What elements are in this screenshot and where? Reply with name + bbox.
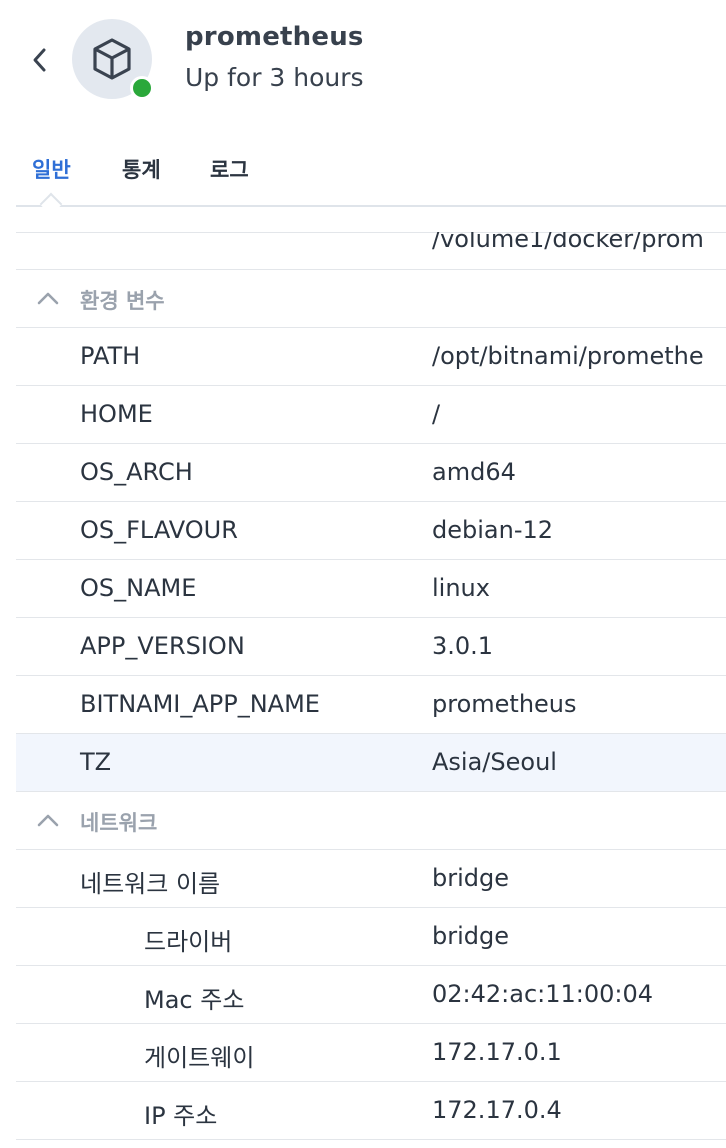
env-value: linux (432, 574, 490, 602)
network-section-header[interactable]: 네트워크 (16, 792, 726, 850)
env-key: OS_FLAVOUR (80, 516, 238, 544)
network-row: Mac 주소 02:42:ac:11:00:04 (16, 966, 726, 1024)
tab-logs[interactable]: 로그 (210, 154, 249, 184)
env-row: OS_NAME linux (16, 560, 726, 618)
network-key: 게이트웨이 (144, 1044, 255, 1072)
network-key: IP 주소 (144, 1102, 218, 1130)
network-section-title: 네트워크 (80, 811, 158, 835)
container-name: prometheus (185, 22, 364, 52)
tab-divider (16, 205, 726, 207)
env-row: PATH /opt/bitnami/promethe (16, 328, 726, 386)
chevron-up-icon (37, 814, 59, 827)
network-value: 172.17.0.1 (432, 1038, 562, 1066)
network-value: bridge (432, 864, 510, 892)
network-key: Mac 주소 (144, 986, 245, 1014)
tab-general[interactable]: 일반 (32, 154, 71, 184)
env-row: OS_ARCH amd64 (16, 444, 726, 502)
env-section-header[interactable]: 환경 변수 (16, 270, 726, 328)
env-section-title: 환경 변수 (80, 289, 165, 313)
chevron-left-icon (33, 48, 46, 72)
network-value: 172.17.0.4 (432, 1096, 562, 1124)
env-key: BITNAMI_APP_NAME (80, 690, 320, 718)
env-row-hovered[interactable]: TZ Asia/Seoul (16, 734, 726, 792)
network-row: 네트워크 이름 bridge (16, 850, 726, 908)
env-value: 3.0.1 (432, 632, 494, 660)
network-row: 게이트웨이 172.17.0.1 (16, 1024, 726, 1082)
volume-path-value: /volume1/docker/prom (432, 232, 704, 253)
env-key: OS_ARCH (80, 458, 193, 486)
env-row: BITNAMI_APP_NAME prometheus (16, 676, 726, 734)
env-key: TZ (80, 748, 112, 776)
network-row: 드라이버 bridge (16, 908, 726, 966)
network-value: 02:42:ac:11:00:04 (432, 980, 654, 1008)
cube-icon (93, 38, 131, 80)
env-value: /opt/bitnami/promethe (432, 342, 704, 370)
details-panel: /volume1/docker/prom 환경 변수 PATH /opt/bit… (16, 232, 726, 1140)
env-row: HOME / (16, 386, 726, 444)
env-key: APP_VERSION (80, 632, 245, 660)
volume-row: /volume1/docker/prom (16, 232, 726, 270)
network-key: 네트워크 이름 (80, 870, 221, 898)
back-button[interactable] (26, 42, 54, 78)
container-status: Up for 3 hours (185, 63, 364, 92)
network-value: bridge (432, 922, 510, 950)
env-value: prometheus (432, 690, 577, 718)
chevron-up-icon (37, 292, 59, 305)
env-key: OS_NAME (80, 574, 197, 602)
tab-bar: 일반 통계 로그 (16, 148, 726, 206)
network-key: 드라이버 (144, 928, 233, 956)
status-indicator (130, 76, 154, 100)
tab-stats[interactable]: 통계 (122, 154, 161, 184)
env-key: PATH (80, 342, 141, 370)
env-key: HOME (80, 400, 153, 428)
container-avatar (72, 19, 154, 101)
network-row: IP 주소 172.17.0.4 (16, 1082, 726, 1140)
env-row: APP_VERSION 3.0.1 (16, 618, 726, 676)
env-value: debian-12 (432, 516, 554, 544)
env-row: OS_FLAVOUR debian-12 (16, 502, 726, 560)
env-value: / (432, 400, 441, 428)
env-value: amd64 (432, 458, 516, 486)
env-value: Asia/Seoul (432, 748, 557, 776)
